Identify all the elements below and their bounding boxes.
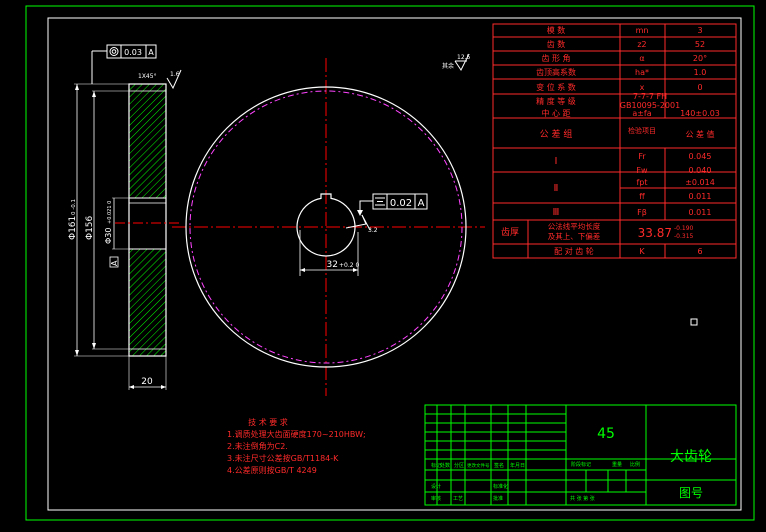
param-label-teeth: 齿 数 [547,39,566,49]
material-label: 45 [597,426,615,442]
gear-drawing-canvas: 模 数 mn 3 齿 数 z2 52 齿 形 角 α 20° 齿顶高系数 ha*… [25,5,755,521]
tolerance-value-fbeta: 0.011 [689,208,712,217]
param-symbol-addendum: ha* [635,68,649,77]
tolerance-value-header: 公 差 值 [685,129,714,139]
section-hatch-bottom [129,249,166,356]
roughness-face: 1.6 [166,69,182,90]
mate-gear-symbol: K [639,247,645,256]
dim-outer-diameter-tol: 0 -0.1 [71,199,77,215]
tb-label-count: 处数 [440,462,450,469]
tolerance-symbol-fbeta: Fβ [637,208,647,217]
tb-label-scale: 比例 [630,461,640,468]
param-symbol-teeth: z2 [637,40,646,49]
roughness-bore-value: 3.2 [368,227,378,234]
param-label-center-distance: 中 心 距 [541,108,570,118]
chamfer-note: 1X45° [138,73,157,80]
title-block-text: 45 大齿轮 图号 标记 处数 分区 更改文件号 签名 年月日 设计 标准化 阶… [431,426,712,502]
tooth-thickness-desc1: 公法线平均长度 [548,221,601,231]
tb-label-weight: 重量 [612,461,622,468]
tb-label-change-doc: 更改文件号 [467,462,490,469]
tolerance-symbol-fw: Fw [636,166,648,175]
tb-label-zone: 分区 [454,462,464,469]
dim-bore-diameter: Φ30 [104,228,113,244]
param-symbol-shift: x [640,83,645,92]
dim-mid-diameter: Φ156 [85,215,95,240]
tolerance-frame2-ref: A [418,198,425,209]
tech-item-4: 4.公差原则按GB/T 4249 [227,465,317,475]
param-label-accuracy: 精 度 等 级 [536,96,576,106]
tech-item-3: 3.未注尺寸公差按GB/T1184-K [227,453,339,463]
tb-label-stage: 阶段标记 [571,461,591,468]
tolerance-item-header: 检验项目 [628,126,656,135]
tolerance-group-2: Ⅱ [554,183,559,194]
param-value-module: 3 [697,26,702,35]
param-value-addendum: 1.0 [694,68,707,77]
param-value-shift: 0 [697,83,702,92]
tolerance-frame-symmetry: 0.02 A [357,193,428,216]
mate-gear-value: 6 [697,247,702,256]
part-name: 大齿轮 [670,449,712,465]
tolerance-symbol-fr: Fr [638,152,646,161]
tooth-thickness-upper: -0.190 [674,225,694,232]
tooth-thickness-desc2: 及其上、下偏差 [548,231,601,241]
tolerance-group-header: 公 差 组 [540,128,573,140]
tech-title: 技 术 要 求 [248,417,288,427]
tolerance-symbol-ff: ff [639,192,645,201]
rest-label: 其余 [442,62,454,70]
section-hatch-top [129,84,166,198]
tech-item-2: 2.未注倒角为C2. [227,441,288,451]
keyway-tolerance: +0.2 0 [339,262,359,269]
tb-label-process: 工艺 [453,496,463,502]
keyway-dimension: 32 [327,260,338,270]
param-label-pressure-angle: 齿 形 角 [541,53,570,63]
param-value-center-distance: 140±0.03 [680,109,720,118]
tb-label-standard: 标准化 [493,483,508,490]
tolerance-group-3: Ⅲ [553,207,560,218]
param-label-module: 模 数 [547,25,566,35]
tooth-thickness-left: 齿厚 [501,227,519,238]
roughness-bore: 3.2 [345,214,378,234]
tb-label-date: 年月日 [510,462,525,469]
tolerance-value-fw: 0.040 [689,166,712,175]
drawing-number-label: 图号 [679,486,703,500]
tooth-thickness-value: 33.87 [638,226,672,240]
dim-outer-diameter: Φ161 [68,216,78,240]
param-symbol-module: mn [636,26,649,35]
tooth-thickness-lower: -0.315 [674,233,694,240]
param-value-accuracy: 7-7-7 FH [633,92,667,101]
tech-item-1: 1.调质处理大齿面硬度170~210HBW; [227,429,366,439]
tb-label-approve: 批准 [493,495,503,502]
param-value-pressure-angle: 20° [693,54,707,63]
parameter-rows: 模 数 mn 3 齿 数 z2 52 齿 形 角 α 20° 齿顶高系数 ha*… [501,25,720,256]
param-symbol-pressure-angle: α [639,54,644,63]
dim-bore-tol: +0.021 0 [107,201,113,224]
tolerance-frame2-value: 0.02 [390,198,412,209]
tolerance-value-fr: 0.045 [689,152,712,161]
param-label-shift: 变 位 系 数 [536,82,576,92]
param-symbol-center-distance: a±fa [632,109,651,118]
param-label-addendum: 齿顶高系数 [536,67,576,77]
tolerance-symbol-fpt: fpt [636,178,647,187]
technical-requirements: 技 术 要 求 1.调质处理大齿面硬度170~210HBW; 2.未注倒角为C2… [227,417,366,475]
tolerance-frame1-value: 0.03 [124,48,142,57]
tolerance-frame1-ref: A [148,48,154,57]
tb-label-sheets: 共 张 第 张 [570,495,595,502]
tb-label-sign: 签名 [494,462,504,469]
tb-label-review: 审核 [431,495,441,502]
mate-gear-label: 配 对 齿 轮 [554,246,594,256]
tolerance-group-1: Ⅰ [555,156,558,167]
param-value-teeth: 52 [695,40,705,49]
front-view: 32 +0.2 0 0.02 A 3.2 其余 12.5 [172,53,485,396]
dim-width: 20 [141,377,153,387]
section-view: Φ161 0 -0.1 Φ156 Φ30 +0.021 0 A 20 0.03 … [68,44,182,390]
tolerance-value-fpt: ±0.014 [685,178,715,187]
roughness-rest: 其余 12.5 [442,53,471,71]
tolerance-value-ff: 0.011 [689,192,712,201]
tb-label-design: 设计 [431,483,441,490]
marker-box [690,318,698,326]
